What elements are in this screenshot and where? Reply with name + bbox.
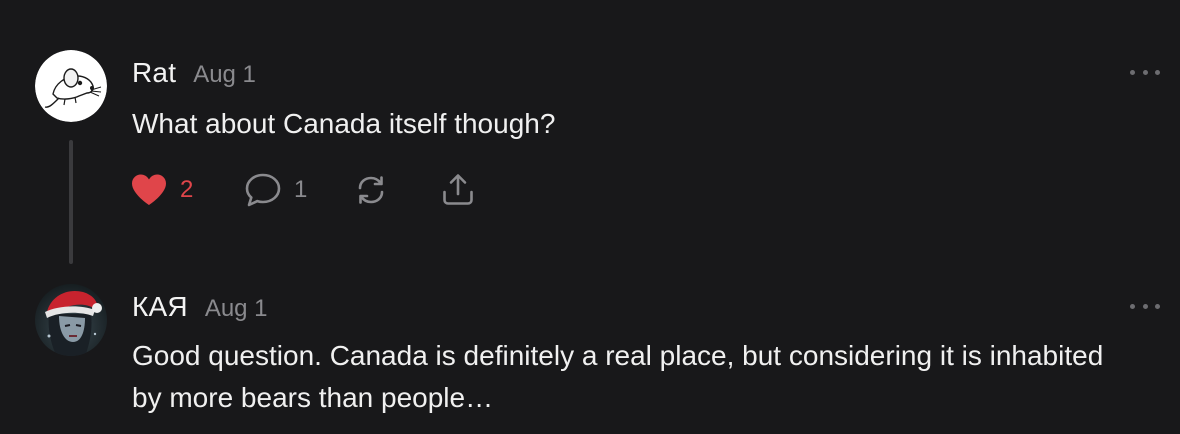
dot — [1155, 303, 1160, 309]
thread-connector-line — [69, 140, 73, 264]
comment-date[interactable]: Aug 1 — [193, 61, 256, 89]
comment-date[interactable]: Aug 1 — [205, 295, 268, 323]
author-name[interactable]: Rat — [132, 57, 176, 89]
comment-header: КАЯ Aug 1 — [132, 291, 268, 323]
dot — [1142, 69, 1148, 75]
restack-icon — [354, 173, 388, 207]
avatar[interactable] — [35, 50, 107, 122]
like-button[interactable]: 2 — [130, 173, 244, 207]
comment-actions: 2 1 — [130, 170, 476, 210]
share-icon — [440, 172, 476, 208]
share-button[interactable] — [440, 172, 476, 208]
reply-button[interactable]: 1 — [244, 172, 354, 208]
dot — [1155, 69, 1160, 75]
dot — [1130, 69, 1135, 75]
avatar[interactable] — [35, 284, 107, 356]
dot — [1130, 303, 1135, 309]
reply-count: 1 — [294, 176, 308, 203]
comment-body: What about Canada itself though? — [132, 108, 556, 139]
comment-thread: Rat Aug 1 What about Canada itself thoug… — [0, 0, 1180, 434]
restack-button[interactable] — [354, 173, 440, 207]
heart-icon — [130, 173, 168, 207]
more-options-button[interactable] — [1130, 300, 1160, 312]
dot — [1142, 303, 1148, 309]
comment-bubble-icon — [244, 172, 282, 208]
rat-logo-icon — [35, 50, 107, 122]
author-name[interactable]: КАЯ — [132, 291, 188, 323]
more-options-button[interactable] — [1130, 66, 1160, 78]
comment-header: Rat Aug 1 — [132, 57, 256, 89]
santa-hat-character-icon — [35, 284, 107, 356]
comment-body: Good question. Canada is definitely a re… — [132, 340, 1104, 413]
like-count: 2 — [180, 176, 194, 203]
